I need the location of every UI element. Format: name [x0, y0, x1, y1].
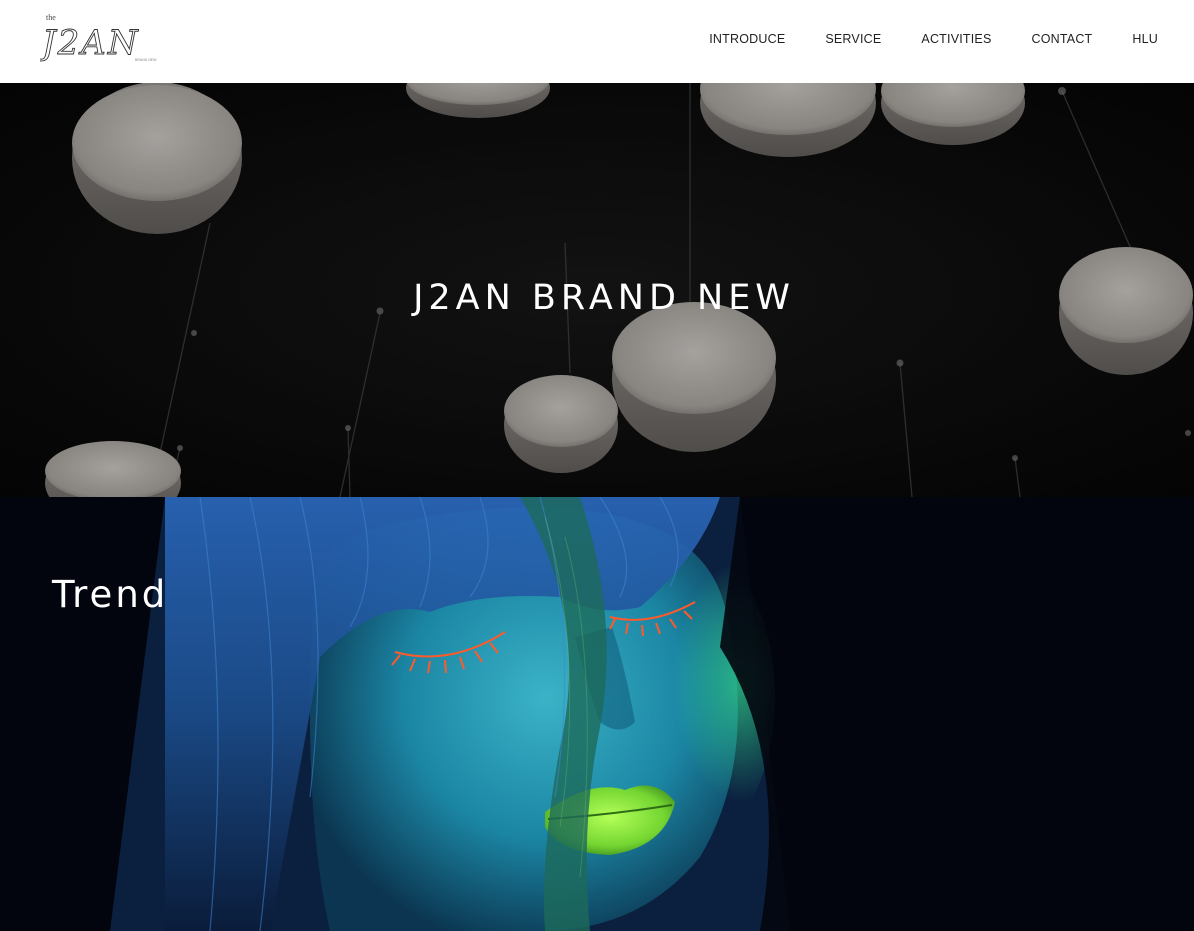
main-navigation: INTRODUCE SERVICE ACTIVITIES CONTACT HLU	[709, 30, 1158, 48]
hero-banner: J2AN BRAND NEW	[0, 83, 1194, 497]
hero-title: J2AN BRAND NEW	[413, 278, 795, 318]
nav-activities-link[interactable]: ACTIVITIES	[921, 30, 991, 48]
j2an-logo[interactable]: the J2AN BRAND NEW	[40, 12, 175, 64]
trend-title: Trend	[52, 573, 169, 616]
nav-contact-link[interactable]: CONTACT	[1032, 30, 1093, 48]
logo-small-text: the	[46, 13, 56, 22]
nav-service-link[interactable]: SERVICE	[825, 30, 881, 48]
logo-main-text: J2AN	[40, 23, 140, 63]
logo-sub-text: BRAND NEW	[135, 58, 157, 62]
trend-section: Trend	[0, 497, 1194, 931]
neon-face-portrait-image	[0, 497, 1194, 931]
nav-hlu-link[interactable]: HLU	[1132, 30, 1158, 48]
nav-introduce-link[interactable]: INTRODUCE	[709, 30, 785, 48]
site-header: the J2AN BRAND NEW INTRODUCE SERVICE ACT…	[0, 0, 1194, 83]
